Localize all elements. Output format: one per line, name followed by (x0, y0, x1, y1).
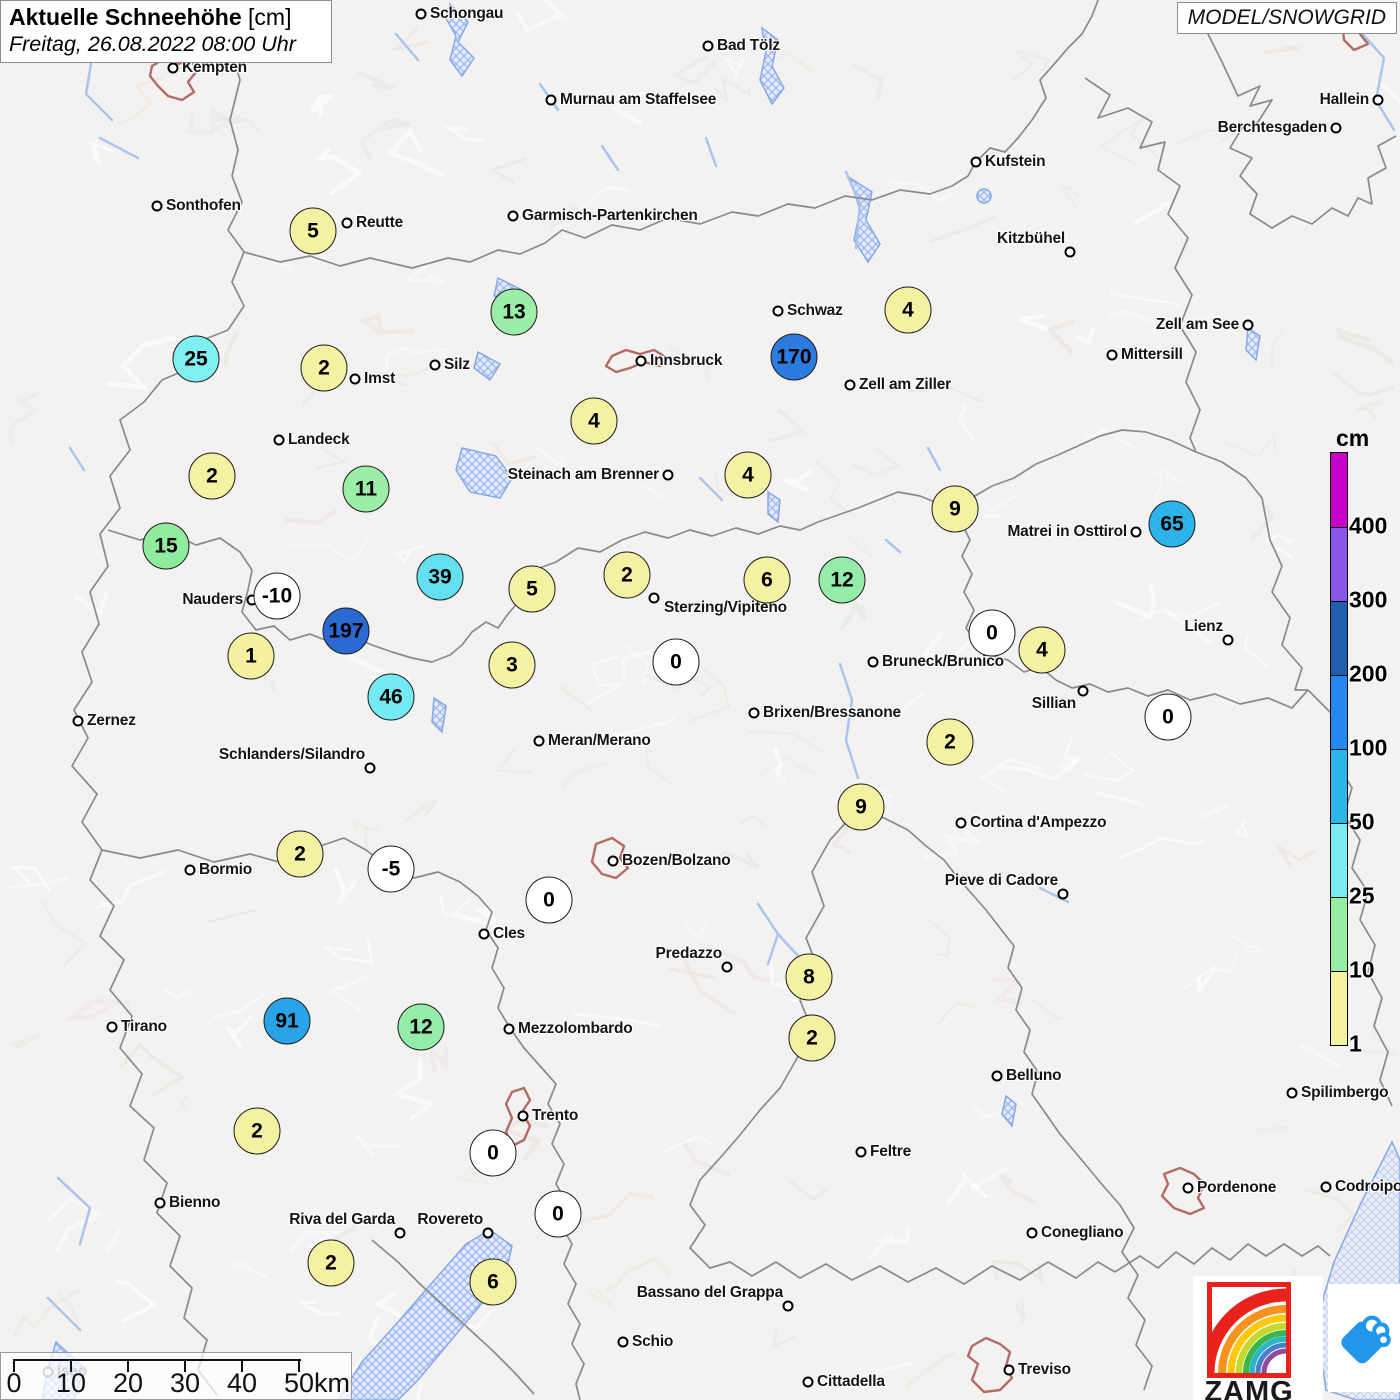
station-value-circle-3: 25 (172, 335, 220, 383)
station-value-circle-26: 0 (1144, 693, 1192, 741)
legend-segment-4 (1331, 749, 1347, 823)
station-value-circle-18: 12 (818, 556, 866, 604)
title-text: Aktuelle Schneehöhe (9, 4, 242, 30)
station-value-circle-1: 13 (490, 288, 538, 336)
station-value-circle-7: 2 (188, 452, 236, 500)
station-value-circle-23: 3 (488, 641, 536, 689)
station-value-circle-30: -5 (367, 845, 415, 893)
station-value-circle-8: 11 (342, 465, 390, 513)
map-datetime: Freitag, 26.08.2022 08:00 Uhr (9, 32, 296, 56)
station-value-circle-13: -10 (253, 572, 301, 620)
legend-segment-3 (1331, 675, 1347, 749)
station-value-circle-9: 4 (724, 451, 772, 499)
legend-segment-7 (1331, 971, 1347, 1045)
scale-bar-label-20: 20 (112, 1368, 144, 1398)
station-value-circle-5: 170 (770, 333, 818, 381)
station-value-circle-29: 2 (276, 830, 324, 878)
snowgrid-app-logo (1328, 1284, 1400, 1392)
station-value-circle-6: 4 (570, 397, 618, 445)
station-value-circle-16: 2 (603, 551, 651, 599)
mountain-cloud-icon (1341, 1315, 1391, 1364)
station-value-circle-31: 0 (525, 876, 573, 924)
title-unit: [cm] (248, 4, 292, 30)
station-value-circle-15: 5 (508, 565, 556, 613)
zamg-logo: ZAMG (1193, 1276, 1323, 1400)
station-layer: 5 13 4 25 2 170 4 2 11 4 9 65 15 -10 39 5 2 6 12 197 1 0 4 3 46 0… (0, 0, 1400, 1400)
scale-bar-label-0: 0 (6, 1368, 22, 1398)
scale-bar-line (14, 1359, 301, 1361)
station-value-circle-20: 1 (227, 632, 275, 680)
legend-segment-6 (1331, 897, 1347, 971)
station-value-circle-40: 6 (469, 1258, 517, 1306)
station-value-circle-11: 65 (1148, 500, 1196, 548)
station-value-circle-27: 2 (926, 718, 974, 766)
legend-segment-2 (1331, 601, 1347, 675)
legend-unit-label: cm (1336, 425, 1370, 451)
scale-bar-label-10: 10 (55, 1368, 87, 1398)
station-value-circle-14: 39 (416, 553, 464, 601)
station-value-circle-21: 0 (968, 609, 1016, 657)
station-value-circle-12: 15 (142, 522, 190, 570)
station-value-circle-4: 2 (300, 344, 348, 392)
scale-bar-label-50km: 50km (283, 1368, 351, 1398)
title-box: Aktuelle Schneehöhe [cm] Freitag, 26.08.… (0, 0, 332, 63)
snow-depth-legend-bar (1330, 452, 1348, 1046)
station-value-circle-32: 8 (785, 953, 833, 1001)
station-value-circle-0: 5 (289, 207, 337, 255)
legend-segment-1 (1331, 527, 1347, 601)
scale-bar-label-30: 30 (169, 1368, 201, 1398)
station-value-circle-2: 4 (884, 286, 932, 334)
scale-bar: 0 10 20 30 40 50km (0, 1352, 352, 1400)
station-value-circle-35: 2 (788, 1014, 836, 1062)
snow-map-app: Schongau Bad Tölz Kempten Murnau am Staffel… (0, 0, 1400, 1400)
page-title: Aktuelle Schneehöhe [cm] (9, 4, 321, 31)
zamg-wordmark: ZAMG (1204, 1376, 1294, 1400)
station-value-circle-37: 0 (469, 1129, 517, 1177)
model-label: MODEL/SNOWGRID (1176, 2, 1397, 34)
legend-segment-5 (1331, 823, 1347, 897)
station-value-circle-33: 91 (263, 997, 311, 1045)
station-value-circle-24: 46 (367, 673, 415, 721)
station-value-circle-19: 197 (322, 607, 370, 655)
station-value-circle-22: 4 (1018, 626, 1066, 674)
zamg-rainbow-icon (1207, 1282, 1291, 1378)
station-value-circle-28: 9 (837, 783, 885, 831)
station-value-circle-34: 12 (397, 1003, 445, 1051)
station-value-circle-25: 0 (652, 638, 700, 686)
station-value-circle-17: 6 (743, 556, 791, 604)
station-value-circle-39: 2 (307, 1239, 355, 1287)
station-value-circle-10: 9 (931, 485, 979, 533)
legend-segment-0 (1331, 453, 1347, 527)
scale-bar-label-40: 40 (226, 1368, 258, 1398)
station-value-circle-38: 0 (534, 1190, 582, 1238)
station-value-circle-36: 2 (233, 1107, 281, 1155)
